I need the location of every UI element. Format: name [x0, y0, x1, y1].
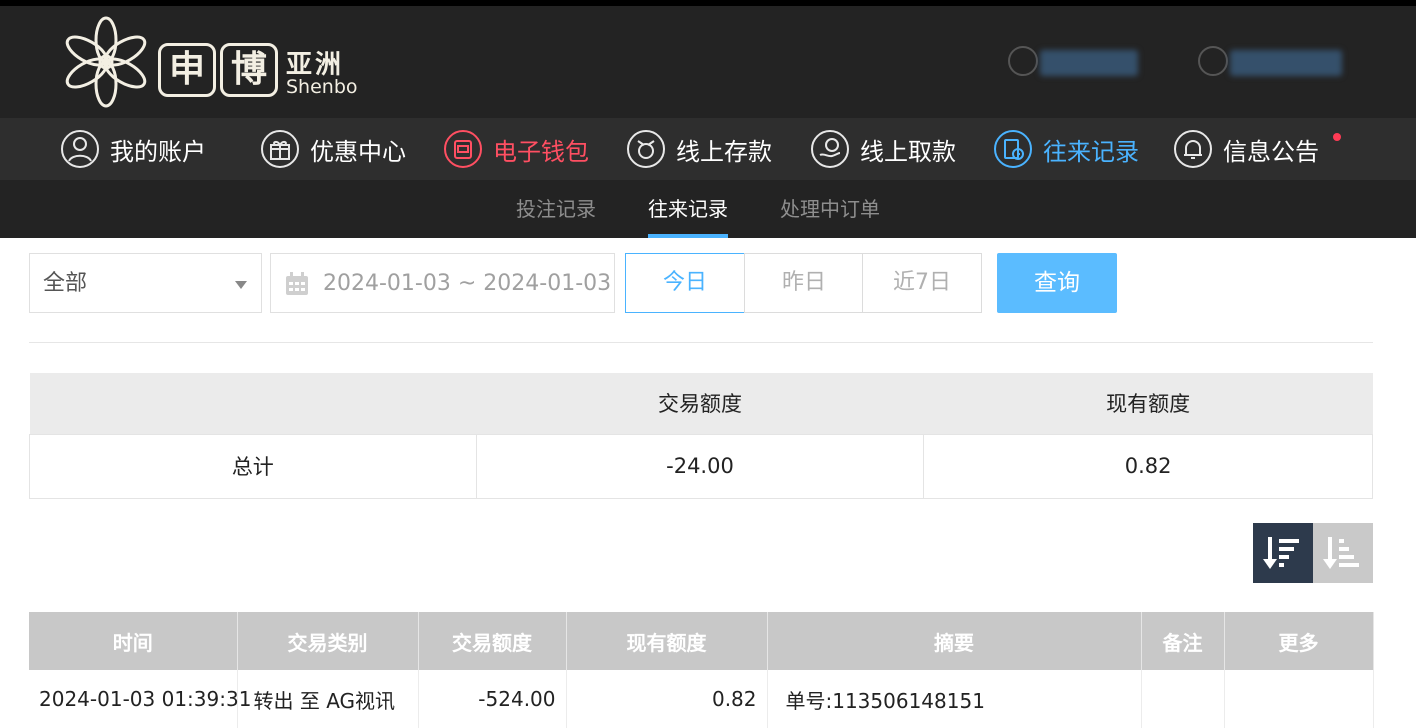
tab-bet-records[interactable]: 投注记录 — [516, 180, 596, 238]
summary-row: 总计 -24.00 0.82 — [29, 433, 1373, 499]
summary-amount: -24.00 — [475, 433, 925, 499]
summary-header-balance: 现有额度 — [1106, 392, 1191, 417]
col-time: 时间 — [29, 612, 238, 670]
col-category: 交易类别 — [237, 612, 419, 670]
wallet-balance-icon — [1198, 46, 1228, 76]
summary-label: 总计 — [29, 433, 477, 499]
nav-label: 往来记录 — [1043, 137, 1139, 166]
type-select[interactable]: 全部 — [29, 253, 262, 313]
quick-yesterday-button[interactable]: 昨日 — [744, 253, 864, 313]
account-info[interactable] — [1008, 44, 1148, 80]
cell-amount: -524.00 — [418, 670, 567, 728]
quick-7days-button[interactable]: 近7日 — [862, 253, 982, 313]
brand-english: Shenbo — [286, 76, 358, 98]
tab-transaction-records[interactable]: 往来记录 — [648, 180, 728, 238]
cell-note — [1141, 670, 1225, 728]
top-edge — [0, 0, 1416, 6]
cell-time: 2024-01-03 01:39:31 — [29, 670, 251, 728]
nav-transaction-records[interactable]: 往来记录 — [993, 118, 1139, 180]
sort-descending-icon — [1263, 537, 1299, 569]
col-more: 更多 — [1224, 612, 1374, 670]
col-balance: 现有额度 — [566, 612, 768, 670]
nav-label: 线上存款 — [676, 137, 772, 166]
date-range-picker[interactable]: 2024-01-03 ~ 2024-01-03 — [270, 253, 615, 313]
search-button[interactable]: 查询 — [997, 253, 1117, 313]
cell-more[interactable] — [1224, 670, 1374, 728]
summary-balance: 0.82 — [923, 433, 1373, 499]
cell-summary: 单号:113506148151 — [767, 670, 1142, 728]
balance-info[interactable] — [1198, 44, 1358, 80]
user-circle-icon — [60, 129, 100, 169]
summary-table: 交易额度 现有额度 总计 -24.00 0.82 — [29, 373, 1373, 499]
balance-redacted — [1230, 50, 1342, 76]
wallet-icon — [443, 129, 483, 169]
quick-today-button[interactable]: 今日 — [625, 253, 745, 313]
nav-label: 我的账户 — [110, 137, 206, 166]
brand-char-1: 申 — [158, 43, 216, 97]
nav-announcements[interactable]: 信息公告 — [1173, 118, 1319, 180]
summary-header-amount: 交易额度 — [657, 392, 742, 417]
nav-label: 线上取款 — [860, 137, 956, 166]
records-icon — [993, 129, 1033, 169]
type-select-value: 全部 — [43, 271, 88, 296]
sub-nav: 投注记录 往来记录 处理中订单 — [0, 180, 1416, 238]
section-divider — [29, 342, 1373, 343]
col-note: 备注 — [1141, 612, 1225, 670]
dropdown-arrow-icon — [235, 281, 247, 289]
brand-char-2: 博 — [220, 43, 278, 97]
nav-label: 电子钱包 — [493, 137, 589, 166]
tab-pending-orders[interactable]: 处理中订单 — [780, 180, 880, 238]
col-amount: 交易额度 — [418, 612, 567, 670]
user-icon — [1008, 46, 1038, 76]
notification-dot — [1333, 133, 1341, 141]
nav-e-wallet[interactable]: 电子钱包 — [443, 118, 589, 180]
bell-icon — [1173, 129, 1213, 169]
date-range-value: 2024-01-03 ~ 2024-01-03 — [323, 271, 612, 296]
main-nav: 我的账户 优惠中心 电子钱包 线上存款 线上取款 往来记录 信息公告 — [0, 118, 1416, 180]
table-row[interactable]: 2024-01-03 01:39:31 转出 至 AG视讯 -524.00 0.… — [29, 670, 1374, 728]
nav-label: 信息公告 — [1223, 137, 1319, 166]
withdraw-icon — [810, 129, 850, 169]
sort-ascending-icon — [1323, 537, 1359, 569]
cell-balance: 0.82 — [566, 670, 768, 728]
account-name-redacted — [1040, 50, 1138, 76]
nav-online-withdraw[interactable]: 线上取款 — [810, 118, 956, 180]
nav-promotions[interactable]: 优惠中心 — [260, 118, 406, 180]
records-table: 时间 交易类别 交易额度 现有额度 摘要 备注 更多 2024-01-03 01… — [29, 612, 1374, 728]
summary-header-blank — [30, 373, 477, 434]
gift-icon — [260, 129, 300, 169]
nav-label: 优惠中心 — [310, 137, 406, 166]
site-header: 申 博 亚洲 Shenbo — [0, 0, 1416, 118]
sort-descending-button[interactable] — [1253, 523, 1313, 583]
cell-category: 转出 至 AG视讯 — [237, 670, 419, 728]
nav-my-account[interactable]: 我的账户 — [60, 118, 206, 180]
brand-logo[interactable]: 申 博 亚洲 Shenbo — [58, 16, 368, 108]
col-summary: 摘要 — [767, 612, 1142, 670]
deposit-icon — [626, 129, 666, 169]
nav-online-deposit[interactable]: 线上存款 — [626, 118, 772, 180]
sort-ascending-button[interactable] — [1313, 523, 1373, 583]
calendar-icon — [286, 272, 308, 295]
flower-logo-icon — [65, 16, 147, 108]
